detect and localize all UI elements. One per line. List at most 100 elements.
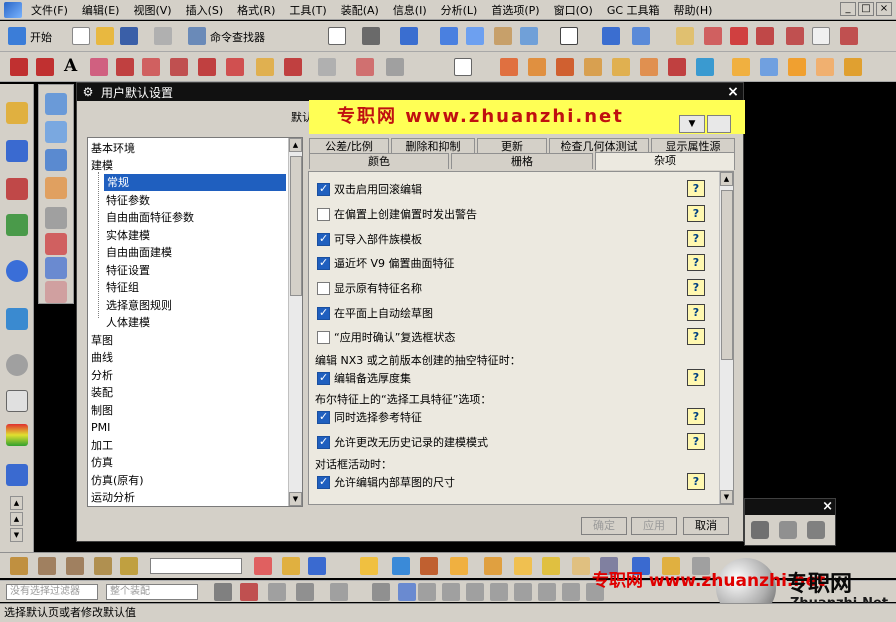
rectangle-select-icon[interactable] bbox=[330, 583, 348, 601]
pack-icon[interactable] bbox=[282, 557, 300, 575]
render-style-icon[interactable] bbox=[362, 27, 380, 45]
selection-scope-combo[interactable]: 整个装配 bbox=[106, 584, 198, 600]
history-icon[interactable] bbox=[6, 308, 28, 330]
slot-icon[interactable] bbox=[668, 58, 686, 76]
new-file-icon[interactable] bbox=[72, 27, 90, 45]
view-section-icon[interactable] bbox=[494, 27, 512, 45]
checkbox[interactable] bbox=[317, 306, 330, 320]
help-icon[interactable]: ? bbox=[687, 304, 705, 321]
option-warn-offset[interactable]: 在偏置上创建偏置时发出警告 bbox=[317, 205, 477, 223]
join-curve-icon[interactable] bbox=[170, 58, 188, 76]
view-box-icon[interactable] bbox=[440, 27, 458, 45]
tab-grid[interactable]: 栅格 bbox=[451, 153, 593, 169]
option-legacy-feature-names[interactable]: 显示原有特征名称 bbox=[317, 279, 422, 297]
tree-item-assembly[interactable]: 装配 bbox=[91, 384, 113, 401]
law-extension-icon[interactable] bbox=[45, 281, 67, 303]
tree-item-general[interactable]: 常规 bbox=[104, 174, 286, 191]
assembly-navigator-icon[interactable] bbox=[6, 102, 28, 124]
surface-from-poles-icon[interactable] bbox=[45, 121, 67, 143]
background-color-icon[interactable] bbox=[560, 27, 578, 45]
tree-item-pmi[interactable]: PMI bbox=[91, 419, 110, 436]
menu-file[interactable]: 文件(F) bbox=[24, 2, 75, 18]
arc-icon[interactable] bbox=[786, 27, 804, 45]
fit-view-icon[interactable] bbox=[328, 27, 346, 45]
help-icon[interactable]: ? bbox=[687, 473, 705, 490]
checkbox[interactable] bbox=[317, 371, 330, 385]
tree-item-motion-analysis[interactable]: 运动分析 bbox=[91, 489, 135, 506]
system-scenes-icon[interactable] bbox=[6, 464, 28, 486]
arc-center-icon[interactable] bbox=[538, 583, 556, 601]
tree-item-modeling[interactable]: 建模 bbox=[91, 157, 113, 174]
create-component-icon[interactable] bbox=[38, 557, 56, 575]
help-icon[interactable]: ? bbox=[687, 433, 705, 450]
mate-component-icon[interactable] bbox=[66, 557, 84, 575]
settings-scroll-thumb[interactable] bbox=[721, 190, 733, 360]
point-icon[interactable] bbox=[730, 27, 748, 45]
command-finder-button[interactable]: 命令查找器 bbox=[210, 29, 265, 45]
process-studio-icon[interactable] bbox=[6, 390, 28, 412]
tree-item-freeform-modeling[interactable]: 自由曲面建模 bbox=[106, 244, 172, 261]
explode-icon[interactable] bbox=[120, 557, 138, 575]
manage-defaults-icon[interactable] bbox=[707, 115, 731, 133]
cancel-button[interactable]: 取消 bbox=[683, 517, 729, 535]
tree-item-human-modeling[interactable]: 人体建模 bbox=[106, 314, 150, 331]
arc-tool-icon[interactable] bbox=[36, 58, 54, 76]
snap-point-icon[interactable] bbox=[240, 583, 258, 601]
pattern-component-icon[interactable] bbox=[360, 557, 378, 575]
shell-icon[interactable] bbox=[788, 58, 806, 76]
tab-tolerance-scale[interactable]: 公差/比例 bbox=[309, 138, 389, 154]
option-confirm-on-apply[interactable]: “应用时确认”复选框状态 bbox=[317, 328, 455, 346]
offset-curve-icon[interactable] bbox=[116, 58, 134, 76]
styled-sweep-icon[interactable] bbox=[45, 257, 67, 279]
tree-item-manufacturing[interactable]: 加工 bbox=[91, 437, 113, 454]
tree-item-basic-env[interactable]: 基本环境 bbox=[91, 140, 135, 157]
option-edit-internal-sketch-dims[interactable]: 允许编辑内部草图的尺寸 bbox=[317, 473, 455, 491]
ok-button[interactable]: 确定 bbox=[581, 517, 627, 535]
general-selection-icon[interactable] bbox=[214, 583, 232, 601]
wave-icon[interactable] bbox=[254, 557, 272, 575]
draft-icon[interactable] bbox=[816, 58, 834, 76]
roles-icon[interactable] bbox=[6, 424, 28, 446]
undo-icon[interactable] bbox=[154, 27, 172, 45]
menu-analysis[interactable]: 分析(L) bbox=[434, 2, 485, 18]
document-icon[interactable] bbox=[812, 27, 830, 45]
menu-edit[interactable]: 编辑(E) bbox=[75, 2, 127, 18]
system-materials-icon[interactable] bbox=[6, 354, 28, 376]
help-icon[interactable]: ? bbox=[687, 369, 705, 386]
default-level-dropdown[interactable]: ▼ bbox=[679, 115, 705, 133]
scroll-down-button[interactable]: ▼ bbox=[10, 528, 23, 542]
hole-icon[interactable] bbox=[556, 58, 574, 76]
tree-item-solid-modeling[interactable]: 实体建模 bbox=[106, 227, 150, 244]
pad-icon[interactable] bbox=[640, 58, 658, 76]
corner-icon[interactable] bbox=[756, 27, 774, 45]
divide-curve-icon[interactable] bbox=[356, 58, 374, 76]
reposition-icon[interactable] bbox=[94, 557, 112, 575]
trim-curve-icon[interactable] bbox=[284, 58, 302, 76]
shaded-icon[interactable] bbox=[400, 27, 418, 45]
settings-scrollbar[interactable]: ▲ ▼ bbox=[719, 172, 733, 504]
checkbox[interactable] bbox=[317, 232, 330, 246]
chamfer-icon[interactable] bbox=[760, 58, 778, 76]
revolve-icon[interactable] bbox=[528, 58, 546, 76]
trim-icon[interactable] bbox=[704, 27, 722, 45]
routing-icon[interactable] bbox=[514, 557, 532, 575]
pattern-icon[interactable] bbox=[844, 58, 862, 76]
close-window-button[interactable]: × bbox=[876, 2, 892, 16]
clearance-icon[interactable] bbox=[450, 557, 468, 575]
part-navigator-icon[interactable] bbox=[6, 178, 28, 200]
type-filter-combo[interactable]: 没有选择过滤器 bbox=[6, 584, 98, 600]
existing-point-icon[interactable] bbox=[418, 583, 436, 601]
secondary-dialog-close-button[interactable]: × bbox=[822, 499, 833, 515]
help-icon[interactable]: ? bbox=[687, 279, 705, 296]
through-curves-icon[interactable] bbox=[45, 207, 67, 229]
menu-format[interactable]: 格式(R) bbox=[230, 2, 282, 18]
n-sided-surface-icon[interactable] bbox=[45, 233, 67, 255]
settings-scroll-up-button[interactable]: ▲ bbox=[720, 172, 733, 186]
component-combo[interactable] bbox=[150, 558, 242, 574]
body-select-icon[interactable] bbox=[398, 583, 416, 601]
intersect-curve-icon[interactable] bbox=[226, 58, 244, 76]
tree-item-drafting[interactable]: 制图 bbox=[91, 402, 113, 419]
maximize-button[interactable]: □ bbox=[858, 2, 874, 16]
groove-icon[interactable] bbox=[696, 58, 714, 76]
tool-icon[interactable] bbox=[779, 521, 797, 539]
